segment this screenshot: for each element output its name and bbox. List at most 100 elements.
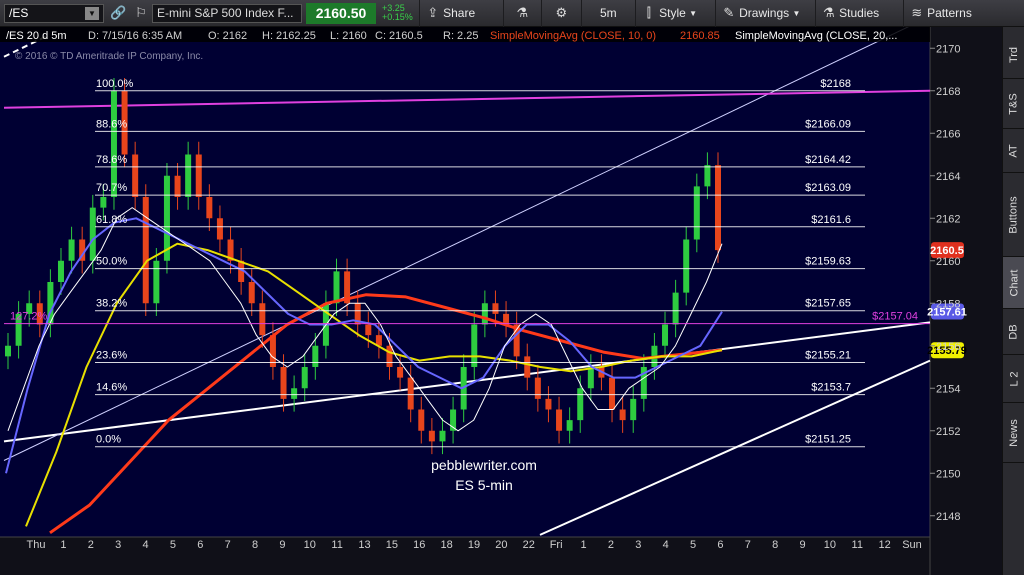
time-tick-label: 5 — [170, 539, 176, 551]
fib-percent-label: 70.7% — [96, 182, 127, 194]
candle-body — [301, 367, 308, 389]
side-tab-trd[interactable]: Trd — [1003, 31, 1024, 79]
side-panel-tabs: Trd T&S AT Buttons Chart DB L 2 News — [1002, 27, 1024, 575]
time-tick-label: 4 — [663, 539, 669, 551]
side-tab-label: AT — [1008, 143, 1020, 158]
side-tab-news[interactable]: News — [1003, 403, 1024, 463]
side-tab-label: DB — [1008, 323, 1020, 340]
candle-body — [153, 260, 160, 304]
side-tab-l2[interactable]: L 2 — [1003, 355, 1024, 403]
share-label: Share — [443, 6, 476, 20]
chevron-down-icon: ▼ — [689, 8, 698, 18]
candle-body — [566, 420, 573, 431]
study-sma20-label[interactable]: SimpleMovingAvg (CLOSE, 20,... — [735, 30, 897, 42]
chevron-down-icon[interactable]: ▼ — [85, 6, 99, 20]
time-tick-label: 1 — [60, 539, 66, 551]
side-tab-label: Trd — [1008, 46, 1020, 63]
candle-body — [609, 377, 616, 410]
time-tick-label: Thu — [27, 539, 46, 551]
candle-body — [471, 324, 478, 367]
settings-button[interactable]: ⚙ — [542, 0, 582, 27]
symbol-description: E-mini S&P 500 Index F... — [152, 3, 302, 23]
side-tab-db[interactable]: DB — [1003, 309, 1024, 355]
candle-body — [57, 260, 64, 282]
share-button[interactable]: ⇪ Share — [418, 0, 504, 27]
candle-body — [312, 345, 319, 367]
candle-body — [619, 409, 626, 421]
fib-percent-label: 61.8% — [96, 214, 127, 226]
symbol-value: /ES — [9, 6, 29, 20]
time-tick-label: 3 — [115, 539, 121, 551]
style-button[interactable]: ⫿ Style ▼ — [636, 0, 716, 27]
candle-body — [630, 398, 637, 421]
candle-body — [132, 154, 139, 197]
candle-body — [672, 292, 679, 325]
candle-body — [216, 218, 223, 240]
study-sma10-label[interactable]: SimpleMovingAvg (CLOSE, 10, 0) — [490, 30, 656, 42]
time-tick-label: 2 — [88, 539, 94, 551]
patterns-label: Patterns — [927, 6, 972, 20]
candle-body — [662, 324, 669, 346]
price-tick-label: 2150 — [936, 468, 960, 480]
thinkorswim-window: /ES ▼ 🔗 ⚐ E-mini S&P 500 Index F... 2160… — [0, 0, 1024, 575]
symbol-selector[interactable]: /ES ▼ — [4, 3, 104, 23]
chevron-down-icon: ▼ — [792, 8, 801, 18]
patterns-button[interactable]: ≋ Patterns — [904, 0, 998, 27]
fib-percent-label: 50.0% — [96, 256, 127, 268]
bar-close: C: 2160.5 — [375, 30, 423, 42]
bar-date: D: 7/15/16 6:35 AM — [88, 30, 182, 42]
fib-percent-label: 23.6% — [96, 350, 127, 362]
time-tick-label: Sun — [902, 539, 922, 551]
time-tick-label: 8 — [772, 539, 778, 551]
candle-body — [386, 345, 393, 367]
fib-price-label: $2157.65 — [805, 298, 851, 310]
drawings-button[interactable]: ✎ Drawings ▼ — [716, 0, 816, 27]
flask-button[interactable]: ⚗ — [504, 0, 542, 27]
link-icon[interactable]: 🔗 — [104, 0, 130, 27]
price-tick-label: 2164 — [936, 171, 960, 183]
fib-percent-label: 38.2% — [96, 298, 127, 310]
time-tick-label: 20 — [495, 539, 507, 551]
bar-high: H: 2162.25 — [262, 30, 316, 42]
side-tab-chart[interactable]: Chart — [1003, 257, 1024, 309]
flag-icon[interactable]: ⚐ — [130, 0, 152, 27]
candle-body — [174, 175, 181, 197]
fib-price-label: $2153.7 — [811, 382, 851, 394]
price-tick-label: 2152 — [936, 426, 960, 438]
symbol-period: /ES 20 d 5m — [6, 30, 67, 42]
chart-toolbar: /ES ▼ 🔗 ⚐ E-mini S&P 500 Index F... 2160… — [0, 0, 1024, 27]
price-tick-label: 2158 — [936, 298, 960, 310]
fib-percent-label: 100.0% — [96, 78, 134, 90]
watermark-line-2: ES 5-min — [455, 477, 513, 493]
drawings-label: Drawings — [739, 6, 790, 20]
time-tick-label: 10 — [824, 539, 836, 551]
study-sma10-value: 2160.85 — [680, 30, 720, 42]
fib-price-label: $2164.42 — [805, 154, 851, 166]
pencil-icon: ✎ — [723, 5, 735, 20]
time-tick-label: 9 — [279, 539, 285, 551]
candle-body — [195, 154, 202, 197]
studies-button[interactable]: ⚗ Studies — [816, 0, 904, 27]
candle-body — [365, 324, 372, 336]
fib-price-label: $2151.25 — [805, 434, 851, 446]
fib-percent-label: 14.6% — [96, 382, 127, 394]
patterns-icon: ≋ — [911, 5, 923, 20]
side-tab-ts[interactable]: T&S — [1003, 79, 1024, 129]
time-tick-label: 8 — [252, 539, 258, 551]
time-axis[interactable] — [0, 537, 930, 575]
candle-body — [259, 303, 266, 336]
time-tick-label: 9 — [799, 539, 805, 551]
side-tab-label: Buttons — [1008, 195, 1020, 234]
flask-icon: ⚗ — [822, 5, 835, 20]
candle-body — [534, 377, 541, 399]
candle-body — [418, 409, 425, 431]
price-chart[interactable]: 100.0% $216888.6% $2166.0978.6% $2164.4270.… — [0, 27, 1024, 575]
interval-selector[interactable]: 5m — [582, 0, 636, 27]
side-tab-label: Chart — [1008, 269, 1020, 296]
side-tab-at[interactable]: AT — [1003, 129, 1024, 173]
candle-body — [545, 398, 552, 410]
candle-body — [142, 197, 149, 304]
change-percent: +0.15% — [382, 12, 413, 22]
side-tab-buttons[interactable]: Buttons — [1003, 173, 1024, 257]
flask-icon: ⚗ — [516, 5, 529, 20]
